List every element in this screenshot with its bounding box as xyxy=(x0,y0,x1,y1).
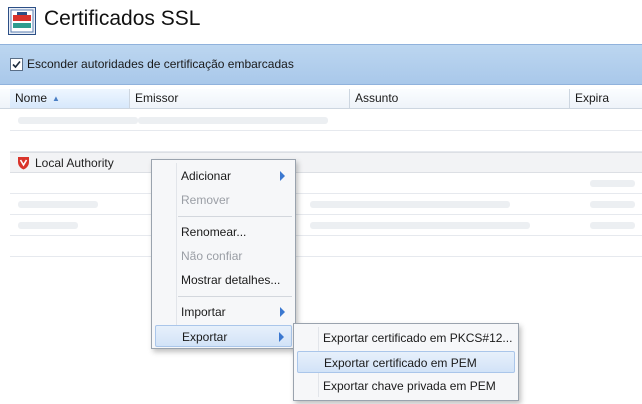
menu-item-import[interactable]: Importar xyxy=(155,301,292,323)
menu-item-export-pem[interactable]: Exportar certificado em PEM xyxy=(297,351,515,373)
column-header-issuer[interactable]: Emissor xyxy=(130,89,350,108)
blurred-cell xyxy=(18,222,78,229)
window-titlebar: Certificados SSL xyxy=(0,0,642,44)
hide-embedded-checkbox[interactable] xyxy=(10,58,23,71)
blurred-cell xyxy=(18,201,98,208)
export-submenu: Exportar certificado em PKCS#12... Expor… xyxy=(293,323,519,401)
menu-item-remove[interactable]: Remover xyxy=(155,189,292,211)
submenu-arrow-icon xyxy=(280,171,285,181)
table-row[interactable] xyxy=(10,194,642,215)
blurred-cell xyxy=(138,117,328,124)
menu-item-import-label: Importar xyxy=(181,305,226,319)
table-row[interactable] xyxy=(10,131,642,152)
table-row[interactable] xyxy=(10,236,642,257)
window-title: Certificados SSL xyxy=(44,7,201,30)
blurred-cell xyxy=(310,201,510,208)
hide-embedded-label[interactable]: Esconder autoridades de certificação emb… xyxy=(27,57,294,71)
menu-item-add[interactable]: Adicionar xyxy=(155,165,292,187)
menu-item-distrust[interactable]: Não confiar xyxy=(155,245,292,267)
blurred-cell xyxy=(590,222,635,229)
group-label: Local Authority xyxy=(35,156,114,170)
blurred-cell xyxy=(310,222,530,229)
table-row[interactable] xyxy=(10,110,642,131)
table-header: Nome ▲ Emissor Assunto Expira xyxy=(0,89,642,109)
menu-item-export-pkcs12[interactable]: Exportar certificado em PKCS#12... xyxy=(297,327,515,349)
menu-item-add-label: Adicionar xyxy=(181,169,232,183)
menu-separator xyxy=(178,216,292,217)
menu-separator xyxy=(178,296,292,297)
column-header-name-label: Nome xyxy=(15,91,48,105)
menu-item-export-label: Exportar xyxy=(182,330,228,344)
submenu-arrow-icon xyxy=(279,332,284,342)
menu-item-show-details[interactable]: Mostrar detalhes... xyxy=(155,269,292,291)
column-header-name[interactable]: Nome ▲ xyxy=(10,89,130,108)
submenu-arrow-icon xyxy=(280,307,285,317)
blurred-cell xyxy=(590,180,635,187)
menu-item-export[interactable]: Exportar xyxy=(155,325,292,347)
table-row[interactable] xyxy=(10,215,642,236)
column-header-expires[interactable]: Expira xyxy=(570,89,642,108)
certificate-app-icon xyxy=(8,7,36,35)
column-header-subject[interactable]: Assunto xyxy=(350,89,570,108)
sort-ascending-icon: ▲ xyxy=(52,94,60,103)
table-row[interactable] xyxy=(10,173,642,194)
group-row-local-authority[interactable]: Local Authority xyxy=(10,152,642,173)
filter-toolbar: Esconder autoridades de certificação emb… xyxy=(0,44,642,85)
menu-item-export-private-key-pem[interactable]: Exportar chave privada em PEM xyxy=(297,375,515,397)
checkmark-icon xyxy=(12,60,21,69)
blurred-cell xyxy=(590,201,635,208)
blurred-cell xyxy=(18,117,138,124)
shield-icon xyxy=(18,157,29,170)
menu-item-rename[interactable]: Renomear... xyxy=(155,221,292,243)
context-menu: Adicionar Remover Renomear... Não confia… xyxy=(151,159,296,349)
